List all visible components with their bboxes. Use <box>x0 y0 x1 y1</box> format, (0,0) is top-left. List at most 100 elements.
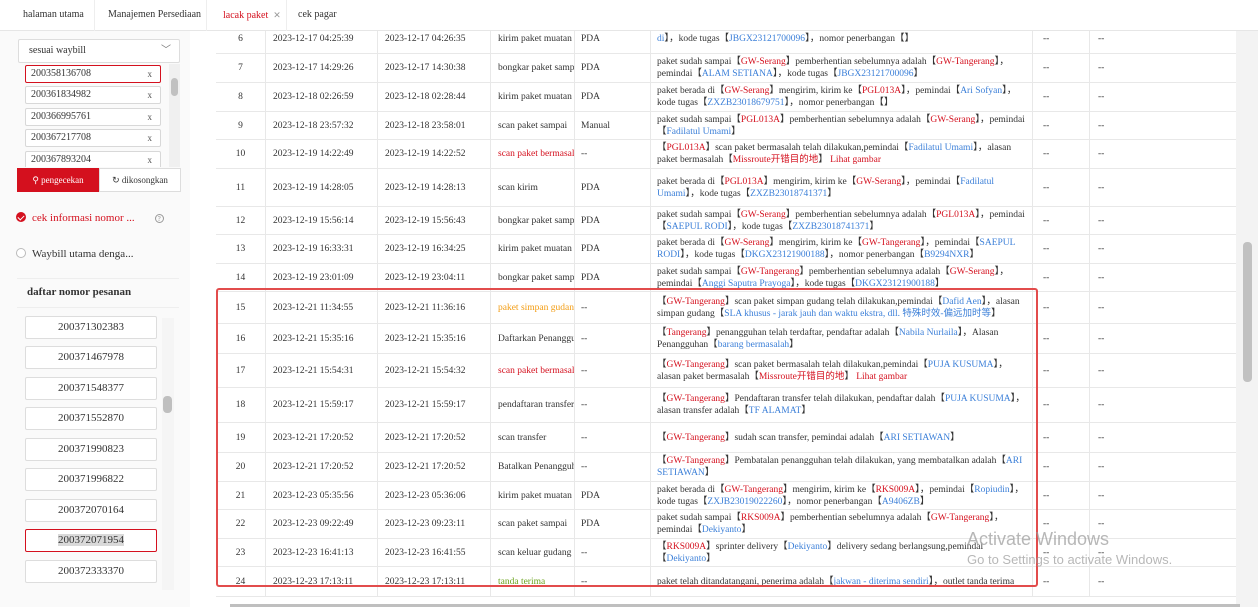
description-segment: GW-Serang <box>740 57 786 67</box>
order-item[interactable]: 200371548377 <box>25 377 157 400</box>
description-link[interactable]: Ropiudin <box>974 485 1009 495</box>
scrollbar-thumb[interactable] <box>163 396 172 413</box>
tab-check-fence[interactable]: cek pagar <box>287 0 347 31</box>
description-link[interactable]: ZXZB23018741371 <box>750 189 827 199</box>
row-number: 12 <box>216 207 266 234</box>
description-link[interactable]: Fadilatul Umami <box>667 127 732 137</box>
scan-time: 2023-12-19 14:22:49 <box>266 140 378 168</box>
activate-windows-watermark: Activate Windows Go to Settings to activ… <box>967 529 1173 567</box>
waybill-tag[interactable]: 200366995761 x <box>25 108 161 126</box>
description-link[interactable]: ALAM SETIANA <box>702 69 773 79</box>
description-link[interactable]: Ari Sofyan <box>960 86 1002 96</box>
close-icon[interactable]: ✕ <box>273 10 281 20</box>
order-item[interactable]: 200372333370 <box>25 560 157 583</box>
description-link[interactable]: barang bermasalah <box>718 340 789 350</box>
scrollbar-thumb[interactable] <box>171 78 178 96</box>
description-link[interactable]: A9406ZB <box>882 497 920 507</box>
description-link[interactable]: PUJA KUSUMA <box>945 394 1011 404</box>
row-number: 15 <box>216 292 266 323</box>
table-row: 17 2023-12-21 15:54:31 2023-12-21 15:54:32… <box>216 354 1236 388</box>
description-segment: RKS009A <box>666 541 707 552</box>
remove-icon[interactable]: x <box>148 66 153 82</box>
description-segment: RKS009A <box>875 484 916 495</box>
option-check-info[interactable]: cek informasi nomor ...? <box>16 209 164 227</box>
help-icon[interactable]: ? <box>154 214 164 223</box>
description-link[interactable]: DKGX23121900188 <box>745 250 825 260</box>
search-button[interactable]: ⚲ pengecekan <box>17 168 99 192</box>
waybill-tag[interactable]: 200367217708 x <box>25 129 161 147</box>
description-link[interactable]: JBGX23121700096 <box>729 34 805 44</box>
device-type: -- <box>575 453 651 481</box>
description-segment: 】，pemindai【 <box>915 484 975 495</box>
remove-icon[interactable]: x <box>148 87 153 103</box>
description-link[interactable]: Dafid Aen <box>942 297 981 307</box>
description-text: 【GW-Tangerang】Pendaftaran transfer telah… <box>657 393 1026 417</box>
description-segment: GW-Tangerang <box>936 57 995 67</box>
extra-col-b: -- <box>1098 244 1105 254</box>
description-link[interactable]: Dekiyanto <box>702 525 742 535</box>
description-segment: 【 <box>657 541 667 552</box>
order-item[interactable]: 200371467978 <box>25 346 157 369</box>
clear-button[interactable]: ↻ dikosongkan <box>99 168 181 192</box>
order-item[interactable]: 200371990823 <box>25 438 157 461</box>
scan-time: 2023-12-23 16:41:13 <box>266 539 378 566</box>
tracking-description: 【GW-Tangerang】sudah scan transfer, pemin… <box>651 423 1033 452</box>
description-link[interactable]: ZXZB23018679751 <box>707 98 784 108</box>
table-row: 24 2023-12-23 17:13:11 2023-12-23 17:13:11… <box>216 567 1236 597</box>
order-item[interactable]: 200371996822 <box>25 468 157 491</box>
order-list-scrollbar[interactable] <box>162 318 174 590</box>
description-segment: 】 <box>913 69 924 79</box>
description-segment: 】 <box>991 308 1001 319</box>
description-link[interactable]: Fadilatul Umami <box>908 143 973 153</box>
upload-time: 2023-12-19 14:22:52 <box>378 140 491 168</box>
description-link[interactable]: Nabila Nurlaila <box>899 328 958 338</box>
option-main-waybill[interactable]: Waybill utama denga... <box>16 245 133 263</box>
description-link[interactable]: Dekiyanto <box>788 542 828 552</box>
description-segment: paket sudah sampai【 <box>657 114 741 125</box>
table-row: 9 2023-12-18 23:57:32 2023-12-18 23:58:01 s… <box>216 112 1236 140</box>
radio-icon[interactable] <box>16 248 26 258</box>
tab-home[interactable]: halaman utama <box>0 0 95 31</box>
description-link[interactable]: PUJA KUSUMA <box>928 360 994 370</box>
order-item[interactable]: 200371552870 <box>25 407 157 430</box>
tracking-description: paket sudah sampai【PGL013A】pemberhentian… <box>651 112 1033 139</box>
operation-type: paket simpan gudang <box>491 292 575 323</box>
order-item-selected[interactable]: 200372071954 <box>25 529 157 552</box>
tracking-description: paket berada di【PGL013A】mengirim, kirim … <box>651 169 1033 206</box>
waybill-scrollbar[interactable] <box>169 64 180 167</box>
radio-checked-icon[interactable] <box>16 212 26 222</box>
table-row: 21 2023-12-23 05:35:56 2023-12-23 05:36:06… <box>216 482 1236 510</box>
description-link[interactable]: jakwan - diterima sendiri <box>833 577 928 587</box>
description-link[interactable]: JBGX23121700096 <box>838 69 914 79</box>
device-type: -- <box>575 354 651 387</box>
remove-icon[interactable]: x <box>148 109 153 125</box>
remove-icon[interactable]: x <box>148 130 153 146</box>
description-link[interactable]: TF ALAMAT <box>749 406 802 416</box>
description-link[interactable]: DKGX23121900188 <box>855 279 935 289</box>
description-segment: GW-Serang <box>856 176 902 187</box>
description-link[interactable]: ARI SETIAWAN <box>884 433 951 443</box>
description-segment: Tangerang <box>666 327 707 338</box>
table-scrollbar[interactable] <box>1236 31 1258 607</box>
description-link[interactable]: ZXZB23018741371 <box>792 222 869 232</box>
description-link[interactable]: Dekiyanto <box>667 554 707 564</box>
search-type-select[interactable]: sesuai waybill ﹀ <box>18 39 180 63</box>
description-link[interactable]: ZXJB23019022260 <box>707 497 782 507</box>
order-item[interactable]: 200372070164 <box>25 499 157 522</box>
upload-time: 2023-12-19 14:28:13 <box>378 169 491 206</box>
description-link[interactable]: SLA khusus - jarak jauh dan waktu ekstra… <box>724 309 991 319</box>
waybill-tag[interactable]: 200367893204 x <box>25 151 161 167</box>
description-link[interactable]: Anggi Saputra Prayoga <box>702 279 791 289</box>
tab-track-package[interactable]: lacak paket ✕ <box>207 0 287 31</box>
description-segment: Lihat gambar <box>830 155 882 165</box>
waybill-tag[interactable]: 200361834982 x <box>25 86 161 104</box>
description-link[interactable]: SAEPUL RODI <box>667 222 728 232</box>
remove-icon[interactable]: x <box>148 152 153 167</box>
extra-col-b: -- <box>1098 302 1105 313</box>
scrollbar-thumb[interactable] <box>1243 242 1252 382</box>
description-segment: 】，nomor penerbangan【 <box>824 250 925 260</box>
waybill-tag[interactable]: 200358136708 x <box>25 65 161 83</box>
description-link[interactable]: B9294NXR <box>924 250 969 260</box>
tab-inventory[interactable]: Manajemen Persediaan <box>95 0 207 31</box>
order-item[interactable]: 200371302383 <box>25 316 157 339</box>
